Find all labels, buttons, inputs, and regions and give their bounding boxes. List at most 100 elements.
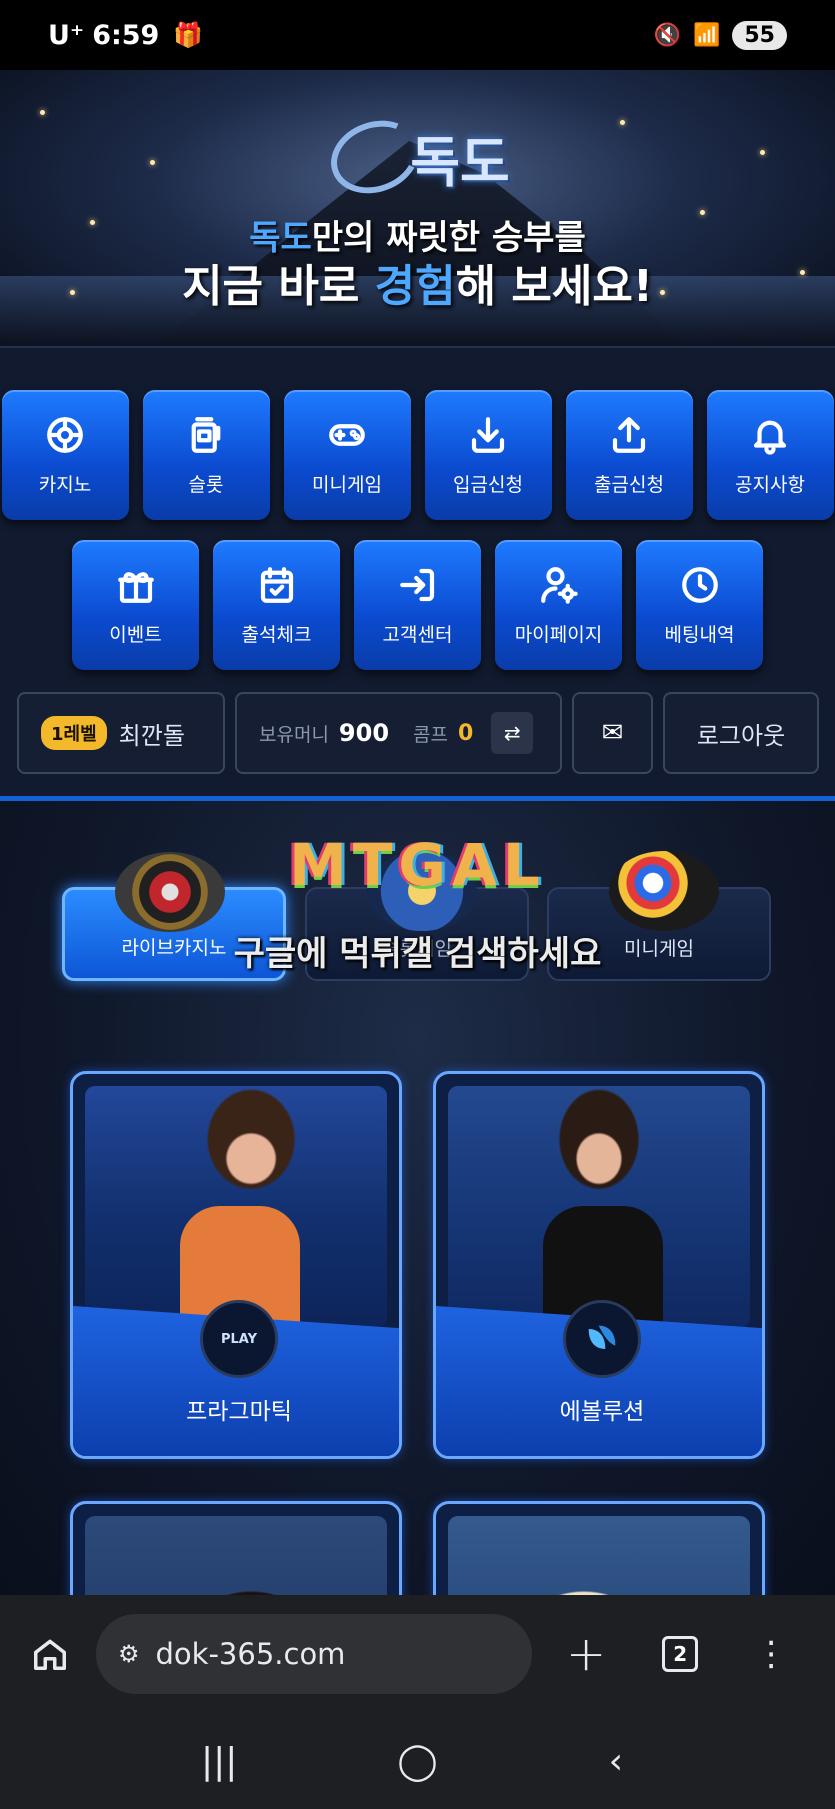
mail-icon: ✉ <box>601 718 624 748</box>
provider-card[interactable] <box>433 1501 765 1595</box>
logout-button[interactable]: 로그아웃 <box>663 692 819 774</box>
site-settings-icon[interactable]: ⚙ <box>118 1640 140 1668</box>
roulette-icon <box>115 852 225 932</box>
gift-icon <box>117 571 154 603</box>
slot-machine-icon <box>191 416 221 453</box>
calendar-check-icon <box>260 566 293 603</box>
user-info-bar: 1레벨 최깐돌 보유머니 900 콤프 0 ⇄ ✉ 로그아웃 <box>0 692 835 776</box>
mute-icon: 🔇 <box>653 22 681 48</box>
star-decoration <box>620 120 625 125</box>
provider-image <box>448 1516 750 1595</box>
recent-apps-icon[interactable]: ||| <box>189 1741 249 1782</box>
menu-bet-history-button[interactable]: 베팅내역 <box>636 540 763 670</box>
star-decoration <box>40 110 45 115</box>
casino-chip-icon <box>47 416 83 453</box>
back-icon[interactable]: ‹ <box>586 1741 646 1782</box>
more-menu-icon[interactable]: ⋮ <box>754 1637 788 1671</box>
home-button[interactable] <box>28 1632 72 1676</box>
provider-image <box>85 1086 387 1328</box>
menu-label: 카지노 <box>38 473 92 496</box>
clock: 6:59 <box>92 19 160 51</box>
tab-label: 라이브카지노 <box>121 937 227 959</box>
evolution-logo-icon <box>563 1300 641 1378</box>
wifi-icon: 📶 <box>692 22 721 48</box>
tab-slot-game[interactable]: 슬롯게임 <box>305 851 529 981</box>
provider-card-pragmatic[interactable]: PLAY 프라그마틱 <box>70 1071 402 1459</box>
gamepad-icon <box>329 423 365 446</box>
pragmatic-play-logo-icon: PLAY <box>200 1300 278 1378</box>
tab-minigame[interactable]: 미니게임 <box>547 851 771 981</box>
carrier-label: U⁺ <box>48 19 85 51</box>
game-content: 라이브카지노 슬롯게임 미니게임 MTGAL 구글에 먹튀갤 검색하세요 PLA… <box>0 801 835 1595</box>
url-text: dok-365.com <box>155 1637 346 1671</box>
provider-card-evolution[interactable]: 에볼루션 <box>433 1071 765 1459</box>
lottery-balls-icon <box>609 851 719 931</box>
menu-slot-button[interactable]: 슬롯 <box>142 390 270 520</box>
menu-label: 공지사항 <box>735 473 805 496</box>
level-badge: 1레벨 <box>41 716 107 750</box>
comp-label: 콤프 <box>413 723 448 746</box>
menu-label: 출석체크 <box>241 623 312 646</box>
menu-label: 마이페이지 <box>514 623 603 646</box>
menu-mypage-button[interactable]: 마이페이지 <box>495 540 622 670</box>
username: 최깐돌 <box>118 721 185 750</box>
menu-label: 슬롯 <box>188 473 224 496</box>
provider-name: 에볼루션 <box>559 1399 645 1425</box>
menu-label: 이벤트 <box>109 623 162 646</box>
system-nav-bar: ||| ◯ ‹ <box>0 1713 835 1809</box>
money-label: 보유머니 <box>259 723 329 746</box>
menu-event-button[interactable]: 이벤트 <box>72 540 199 670</box>
tab-switcher-button[interactable]: 2 <box>662 1636 699 1672</box>
bell-icon <box>753 420 787 455</box>
tab-label: 슬롯게임 <box>382 938 452 960</box>
category-tabs: 라이브카지노 슬롯게임 미니게임 <box>62 841 774 981</box>
mail-button[interactable]: ✉ <box>572 692 653 774</box>
login-icon <box>399 568 434 601</box>
menu-casino-button[interactable]: 카지노 <box>1 390 129 520</box>
tab-live-casino[interactable]: 라이브카지노 <box>62 852 286 981</box>
user-gear-icon <box>540 566 578 604</box>
banner-tagline-2: 지금 바로 경험해 보세요! <box>182 261 653 312</box>
hero-banner: 독도 독도만의 짜릿한 승부를 지금 바로 경험해 보세요! <box>0 70 835 346</box>
status-bar: U⁺ 6:59 🎁 🔇 📶 55 <box>0 0 835 70</box>
slot-machine-image <box>367 851 477 931</box>
money-value: 900 <box>338 719 390 747</box>
home-icon <box>34 1639 66 1670</box>
download-icon <box>471 416 505 453</box>
tab-label: 미니게임 <box>624 938 694 960</box>
battery-indicator: 55 <box>732 20 787 50</box>
browser-toolbar: ⚙ dok-365.com + 2 ⋮ <box>0 1595 835 1713</box>
upload-icon <box>612 416 646 453</box>
provider-name: 프라그마틱 <box>186 1399 292 1425</box>
menu-attendance-button[interactable]: 출석체크 <box>213 540 340 670</box>
menu-deposit-button[interactable]: 입금신청 <box>424 390 552 520</box>
menu-notice-button[interactable]: 공지사항 <box>706 390 834 520</box>
logo-text: 독도 <box>410 130 510 194</box>
address-bar[interactable]: ⚙ dok-365.com <box>96 1614 532 1694</box>
comp-value: 0 <box>458 720 474 746</box>
menu-minigame-button[interactable]: 미니게임 <box>283 390 411 520</box>
balance-box: 보유머니 900 콤프 0 ⇄ <box>235 692 562 774</box>
menu-label: 고객센터 <box>382 623 453 646</box>
page: U⁺ 6:59 🎁 🔇 📶 55 독도 독도만의 짜릿한 승부를 지금 바로 경… <box>0 0 835 1809</box>
home-nav-icon[interactable]: ◯ <box>387 1741 447 1782</box>
provider-card[interactable] <box>70 1501 402 1595</box>
menu-withdraw-button[interactable]: 출금신청 <box>565 390 693 520</box>
menu-label: 미니게임 <box>312 473 382 496</box>
site-logo[interactable]: 독도 <box>300 108 540 206</box>
star-decoration <box>760 150 765 155</box>
menu-row: 카지노 슬롯 미니게임 입금신청 출금신청 공지사항 <box>0 390 835 520</box>
comp-convert-button[interactable]: ⇄ <box>491 712 534 754</box>
provider-image <box>85 1516 387 1595</box>
main-menu: 카지노 슬롯 미니게임 입금신청 출금신청 공지사항 이벤트 출석체크 고객센터… <box>0 346 835 801</box>
user-level-box: 1레벨 최깐돌 <box>17 692 225 774</box>
menu-support-button[interactable]: 고객센터 <box>354 540 481 670</box>
menu-label: 입금신청 <box>453 473 523 496</box>
menu-row: 이벤트 출석체크 고객센터 마이페이지 베팅내역 <box>0 540 835 670</box>
new-tab-button[interactable]: + <box>566 1626 606 1682</box>
menu-label: 출금신청 <box>594 473 664 496</box>
clock-icon <box>681 566 718 603</box>
gift-notification-icon: 🎁 <box>173 21 204 49</box>
status-icons: 🔇 📶 55 <box>653 20 787 50</box>
provider-image <box>448 1086 750 1328</box>
